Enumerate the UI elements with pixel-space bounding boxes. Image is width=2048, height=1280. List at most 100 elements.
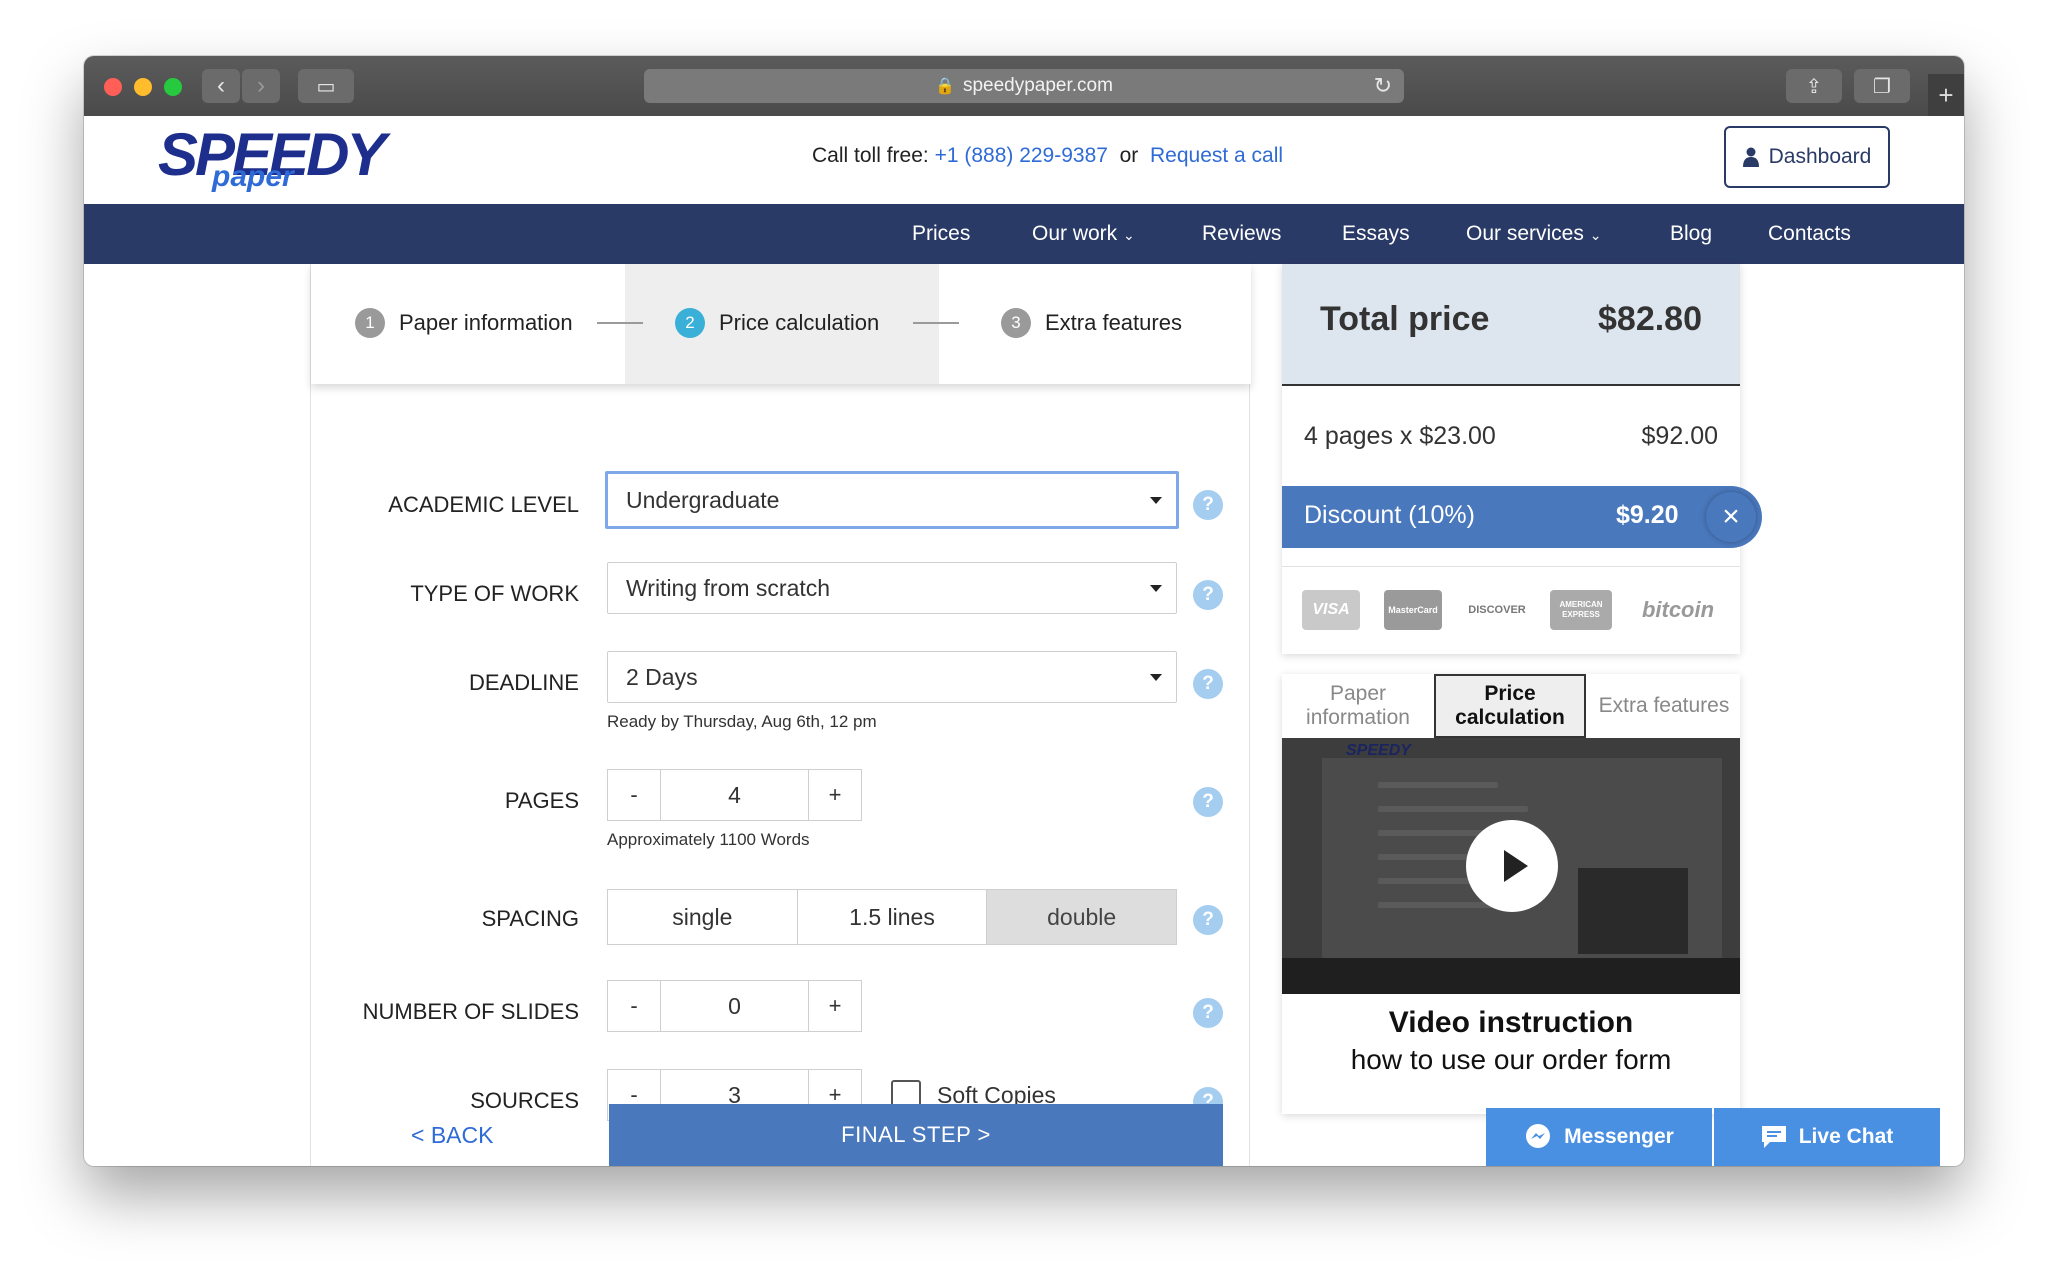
pages-help-icon[interactable]: ? (1193, 787, 1223, 817)
messenger-button[interactable]: Messenger (1486, 1108, 1712, 1166)
call-label: Call toll free: (812, 144, 929, 167)
discount-row: Discount (10%) $9.20 × (1282, 486, 1762, 548)
step-extra-features[interactable]: 3 Extra features (1001, 306, 1182, 340)
pages-hint: Approximately 1100 Words (607, 830, 810, 849)
lock-icon: 🔒 (935, 78, 955, 95)
forward-nav-button[interactable]: › (242, 69, 280, 103)
sidebar-toggle-button[interactable]: ▭ (298, 69, 354, 103)
spacing-1-5-option[interactable]: 1.5 lines (797, 890, 988, 944)
bitcoin-icon: bitcoin (1632, 590, 1724, 630)
total-price-label: Total price (1320, 300, 1490, 338)
request-call-link[interactable]: Request a call (1150, 144, 1283, 167)
chevron-down-icon: ⌄ (1589, 227, 1602, 243)
pages-label: PAGES (504, 788, 579, 813)
spacing-single-option[interactable]: single (608, 890, 798, 944)
help-mark: ? (1202, 584, 1214, 605)
slides-value[interactable]: 0 (660, 981, 809, 1031)
step-label: Paper information (399, 310, 573, 335)
phone-link[interactable]: +1 (888) 229-9387 (935, 144, 1108, 167)
discount-label: Discount (10%) (1304, 501, 1475, 529)
thumbnail-logo: SPEEDY (1346, 742, 1411, 759)
total-price-header: Total price $82.80 (1282, 264, 1740, 386)
pages-cost-value: $92.00 (1641, 422, 1718, 450)
amex-text: AMERICAN EXPRESS (1559, 600, 1603, 619)
close-window-button[interactable] (104, 78, 122, 96)
order-steps: 1 Paper information 2 Price calculation … (311, 264, 1251, 384)
slides-label: NUMBER OF SLIDES (362, 999, 579, 1024)
slides-decrement-button[interactable]: - (608, 981, 660, 1031)
caret-down-icon (1150, 674, 1162, 681)
nav-item-blog[interactable]: Blog (1670, 204, 1712, 264)
type-of-work-value: Writing from scratch (626, 574, 831, 601)
step-label: Extra features (1045, 310, 1182, 335)
nav-item-essays[interactable]: Essays (1342, 204, 1410, 264)
reload-icon[interactable]: ↻ (1374, 73, 1392, 99)
zoom-window-button[interactable] (164, 78, 182, 96)
share-button[interactable]: ⇪ (1786, 69, 1842, 103)
discover-text: DISCOVER (1468, 604, 1526, 616)
spacing-help-icon[interactable]: ? (1193, 905, 1223, 935)
academic-level-help-icon[interactable]: ? (1193, 490, 1223, 520)
step-number: 1 (355, 308, 385, 338)
video-tab-price-calculation[interactable]: Price calculation (1434, 674, 1586, 738)
deadline-help-icon[interactable]: ? (1193, 669, 1223, 699)
user-icon (1742, 147, 1759, 167)
video-caption-bar (1282, 958, 1740, 994)
tabs-overview-button[interactable]: ❐ (1854, 69, 1910, 103)
messenger-label: Messenger (1564, 1125, 1674, 1148)
slides-help-icon[interactable]: ? (1193, 998, 1223, 1028)
pages-increment-button[interactable]: + (809, 770, 861, 820)
back-link[interactable]: < BACK (411, 1122, 493, 1149)
nav-item-our-work[interactable]: Our work ⌄ (1032, 204, 1135, 264)
spacing-label: SPACING (481, 906, 579, 931)
pages-decrement-button[interactable]: - (608, 770, 660, 820)
step-label: Price calculation (719, 310, 880, 335)
help-mark: ? (1202, 494, 1214, 515)
close-icon: × (1722, 500, 1740, 533)
nav-label: Essays (1342, 222, 1410, 245)
deadline-select[interactable]: 2 Days (607, 651, 1177, 703)
address-bar[interactable]: 🔒 speedypaper.com ↻ (644, 69, 1404, 103)
minimize-window-button[interactable] (134, 78, 152, 96)
dashboard-button[interactable]: Dashboard (1724, 126, 1890, 188)
step-paper-information[interactable]: 1 Paper information (355, 306, 573, 340)
nav-item-our-services[interactable]: Our services ⌄ (1466, 204, 1601, 264)
step-number: 2 (675, 308, 705, 338)
academic-level-select[interactable]: Undergraduate (605, 471, 1179, 529)
speedypaper-logo[interactable]: SPEEDY paper (158, 120, 386, 196)
type-of-work-label: TYPE OF WORK (410, 581, 579, 606)
remove-discount-button[interactable]: × (1706, 492, 1756, 542)
help-mark: ? (1202, 791, 1214, 812)
play-button[interactable] (1466, 820, 1558, 912)
pages-value[interactable]: 4 (660, 770, 809, 820)
slides-increment-button[interactable]: + (809, 981, 861, 1031)
help-mark: ? (1202, 673, 1214, 694)
pages-stepper: - 4 + (607, 769, 862, 821)
logo-paper-text: paper (212, 160, 294, 193)
mastercard-text: MasterCard (1388, 605, 1438, 615)
final-step-button[interactable]: FINAL STEP > (609, 1104, 1223, 1166)
total-price-value: $82.80 (1598, 300, 1702, 338)
nav-item-contacts[interactable]: Contacts (1768, 204, 1851, 264)
video-tab-paper-information[interactable]: Paper information (1282, 674, 1434, 738)
back-nav-button[interactable]: ‹ (202, 69, 240, 103)
step-divider (913, 322, 959, 324)
nav-label: Our work (1032, 222, 1118, 245)
new-tab-button[interactable]: + (1928, 74, 1964, 116)
nav-label: Reviews (1202, 222, 1282, 245)
type-of-work-help-icon[interactable]: ? (1193, 580, 1223, 610)
video-player[interactable]: SPEEDY (1282, 738, 1740, 994)
thumbnail-mini-video (1578, 868, 1688, 954)
type-of-work-select[interactable]: Writing from scratch (607, 562, 1177, 614)
nav-item-prices[interactable]: Prices (912, 204, 970, 264)
video-tab-extra-features[interactable]: Extra features (1588, 674, 1740, 738)
amex-icon: AMERICAN EXPRESS (1550, 590, 1612, 630)
or-text: or (1119, 144, 1139, 167)
spacing-double-option[interactable]: double (987, 890, 1177, 944)
live-chat-button[interactable]: Live Chat (1714, 1108, 1940, 1166)
visa-text: VISA (1312, 601, 1350, 618)
deadline-hint: Ready by Thursday, Aug 6th, 12 pm (607, 712, 877, 731)
nav-item-reviews[interactable]: Reviews (1202, 204, 1281, 264)
step-price-calculation[interactable]: 2 Price calculation (675, 306, 879, 340)
play-icon (1504, 850, 1528, 882)
